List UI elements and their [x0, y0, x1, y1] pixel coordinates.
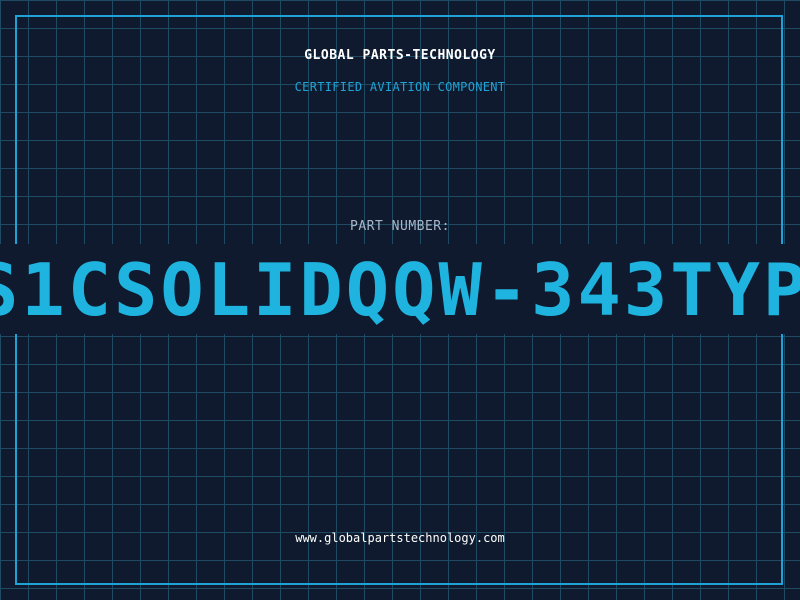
part-number-value: S1CSOLIDQQW-343TYPE: [0, 248, 800, 332]
certification-tagline: CERTIFIED AVIATION COMPONENT: [294, 80, 506, 94]
part-number-band: S1CSOLIDQQW-343TYPE: [0, 244, 800, 334]
part-number-label: PART NUMBER:: [350, 219, 450, 234]
company-name: GLOBAL PARTS-TECHNOLOGY: [304, 48, 496, 63]
website-url: www.globalpartstechnology.com: [295, 531, 505, 545]
